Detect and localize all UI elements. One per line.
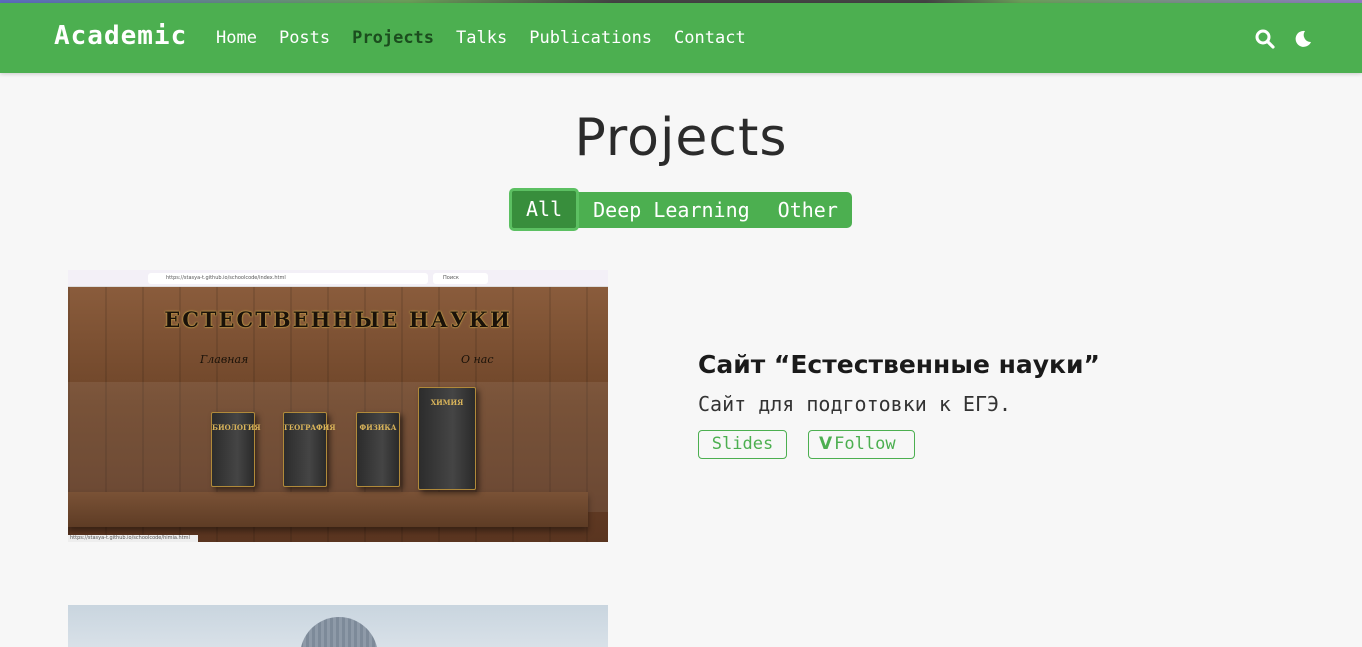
book-label: ХИМИЯ	[430, 398, 464, 407]
nav-link-home[interactable]: Home	[216, 27, 257, 49]
book-label: БИОЛОГИЯ	[212, 423, 261, 432]
follow-v-icon: V	[819, 434, 833, 454]
follow-button-label: Follow	[834, 434, 896, 454]
follow-button[interactable]: V Follow	[808, 430, 915, 459]
screenshot-shelf	[68, 492, 588, 527]
filter-deep-learning-button[interactable]: Deep Learning	[579, 192, 764, 228]
knit-hat-image	[300, 617, 378, 647]
project-summary: Сайт для подготовки к ЕГЭ.	[698, 392, 1012, 416]
screenshot-browser-bar: https://stasya-t.github.io/schoolcode/in…	[68, 270, 608, 287]
screenshot-nav-home: Главная	[200, 353, 249, 366]
project-filters: All Deep Learning Other	[509, 188, 852, 231]
nav-links: Home Posts Projects Talks Publications C…	[216, 27, 768, 49]
screenshot-url: https://stasya-t.github.io/schoolcode/in…	[166, 275, 286, 281]
moon-icon[interactable]	[1292, 28, 1314, 50]
nav-link-projects[interactable]: Projects	[352, 27, 434, 49]
nav-link-posts[interactable]: Posts	[279, 27, 330, 49]
screenshot-book-physics: ФИЗИКА	[356, 412, 400, 487]
project-title[interactable]: Сайт “Естественные науки”	[698, 350, 1100, 379]
search-icon[interactable]	[1254, 28, 1276, 50]
screenshot-search-placeholder: Поиск	[443, 275, 459, 281]
filter-all-button[interactable]: All	[509, 188, 580, 231]
book-label: ФИЗИКА	[359, 423, 397, 432]
project-image-2[interactable]	[68, 605, 608, 647]
screenshot-status-url: https://stasya-t.github.io/schoolcode/hi…	[68, 535, 198, 542]
page-title: Projects	[574, 108, 788, 168]
slides-button[interactable]: Slides	[698, 430, 787, 459]
filter-other-button[interactable]: Other	[764, 192, 852, 228]
screenshot-nav-about: О нас	[461, 353, 494, 366]
screenshot-heading: ЕСТЕСТВЕННЫЕ НАУКИ	[164, 307, 512, 332]
screenshot-book-geography: ГЕОГРАФИЯ	[283, 412, 336, 487]
filter-button-group: All Deep Learning Other	[509, 188, 852, 231]
screenshot-wood-background: ЕСТЕСТВЕННЫЕ НАУКИ Главная О нас БИОЛОГИ…	[68, 287, 608, 542]
screenshot-url-field: https://stasya-t.github.io/schoolcode/in…	[148, 273, 428, 284]
book-label: ГЕОГРАФИЯ	[284, 423, 336, 432]
screenshot-book-chemistry: ХИМИЯ	[418, 387, 476, 490]
screenshot-book-biology: БИОЛОГИЯ	[211, 412, 261, 487]
project-image[interactable]: https://stasya-t.github.io/schoolcode/in…	[68, 270, 608, 542]
nav-link-talks[interactable]: Talks	[456, 27, 507, 49]
screenshot-search-field: Поиск	[433, 273, 488, 284]
navbar: Academic Home Posts Projects Talks Publi…	[0, 3, 1362, 73]
nav-link-publications[interactable]: Publications	[529, 27, 652, 49]
nav-link-contact[interactable]: Contact	[674, 27, 746, 49]
brand-logo[interactable]: Academic	[54, 21, 187, 51]
